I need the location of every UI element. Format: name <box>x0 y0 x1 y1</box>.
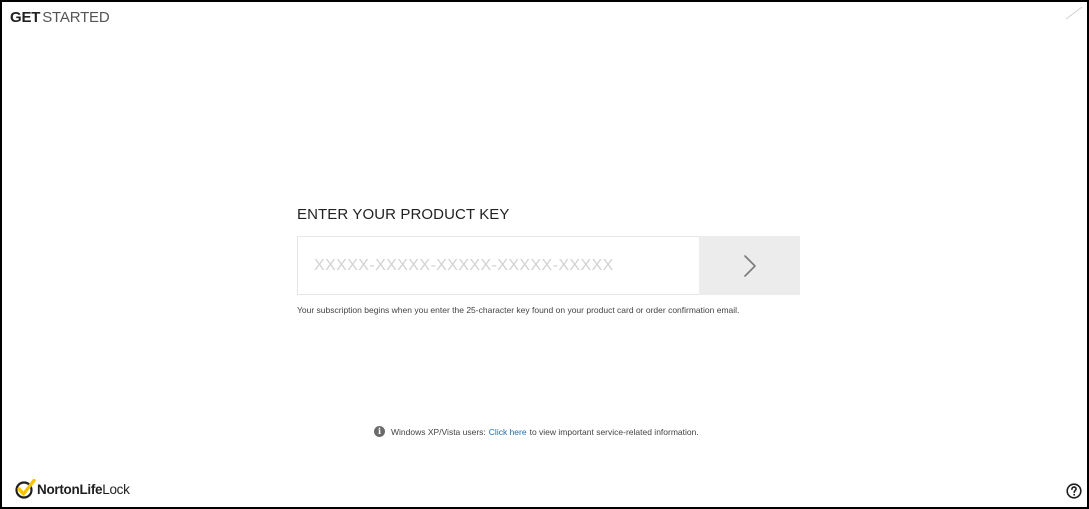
get-started-window: GETSTARTED ENTER YOUR PRODUCT KEY Your s… <box>0 0 1089 509</box>
brand-name: NortonLifeLock <box>37 482 130 497</box>
norton-checkmark-icon <box>15 479 36 499</box>
click-here-link[interactable]: Click here <box>489 427 527 437</box>
product-key-input[interactable] <box>297 236 699 295</box>
brand-name-tail: Lock <box>102 481 130 497</box>
notice-prefix: Windows XP/Vista users: <box>391 426 486 437</box>
window-title: GET STARTED <box>10 9 110 26</box>
notice-suffix: to view important service-related inform… <box>529 426 699 437</box>
product-key-hint: Your subscription begins when you enter … <box>297 305 740 315</box>
brand-name-main: NortonLife <box>37 481 103 497</box>
help-question-icon[interactable] <box>1066 483 1082 499</box>
close-corner-icon[interactable] <box>1065 6 1083 20</box>
nortonlifelock-logo: NortonLifeLock <box>14 479 130 499</box>
window-title-bold: GET <box>10 9 41 26</box>
product-key-section: ENTER YOUR PRODUCT KEY Your subscription… <box>297 206 800 315</box>
product-key-row <box>297 236 800 295</box>
info-icon: i <box>374 426 385 437</box>
submit-key-button[interactable] <box>699 236 800 295</box>
xp-vista-notice: i Windows XP/Vista users: Click here to … <box>374 426 699 437</box>
chevron-right-icon <box>743 254 756 277</box>
product-key-heading: ENTER YOUR PRODUCT KEY <box>297 206 510 223</box>
window-title-light: STARTED <box>42 9 110 26</box>
